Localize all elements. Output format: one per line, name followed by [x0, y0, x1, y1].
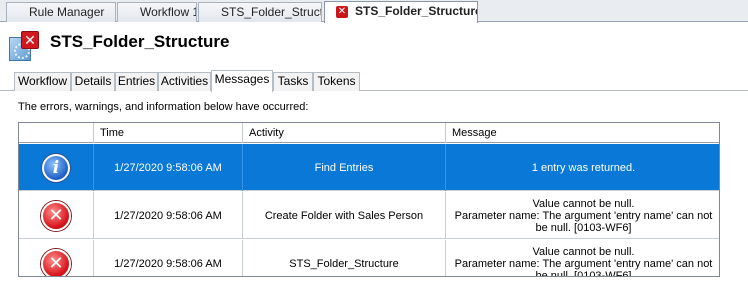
doc-tab-sts-folder-structure[interactable]: STS_Folder_Structure	[198, 2, 322, 22]
column-header-time[interactable]: Time	[94, 123, 243, 143]
grid-header: Time Activity Message	[19, 123, 719, 143]
info-icon: i	[42, 153, 70, 182]
workflow-error-icon: ✕	[9, 31, 41, 61]
row-activity: Create Folder with Sales Person	[243, 192, 446, 239]
tab-tokens[interactable]: Tokens	[313, 72, 360, 91]
tab-messages[interactable]: Messages	[211, 70, 273, 92]
column-header-icon[interactable]	[19, 123, 94, 143]
tab-activities[interactable]: Activities	[158, 72, 211, 91]
property-tabs: Workflow Details Entries Activities Mess…	[0, 70, 748, 92]
tab-workflow[interactable]: Workflow	[14, 72, 71, 91]
column-header-activity[interactable]: Activity	[243, 123, 446, 143]
doc-tab-workflow-1[interactable]: Workflow 1	[117, 2, 197, 22]
row-time: 1/27/2020 9:58:06 AM	[94, 144, 243, 191]
row-message: Value cannot be null. Parameter name: Th…	[454, 197, 713, 234]
row-activity: Find Entries	[243, 144, 446, 191]
error-icon: ✕	[41, 248, 71, 276]
page-title: STS_Folder_Structure	[50, 32, 230, 51]
error-icon: ✕	[41, 200, 71, 231]
messages-grid[interactable]: Time Activity Message i 1/27/2020 9:58:0…	[18, 122, 720, 277]
tab-tasks[interactable]: Tasks	[273, 72, 313, 91]
row-icon-cell: i	[19, 144, 94, 191]
row-activity: STS_Folder_Structure	[243, 240, 446, 276]
tab-details[interactable]: Details	[71, 72, 115, 91]
doc-tab-sts-folder-structure-active[interactable]: ✕ STS_Folder_Structure	[324, 1, 478, 23]
row-message: 1 entry was returned.	[531, 161, 636, 174]
doc-tab-label: STS_Folder_Structure	[355, 4, 478, 18]
messages-description: The errors, warnings, and information be…	[18, 101, 309, 113]
table-row[interactable]: ✕ 1/27/2020 9:58:06 AM Create Folder wit…	[19, 192, 719, 239]
doc-tab-rule-manager[interactable]: Rule Manager	[6, 2, 116, 22]
error-badge-icon: ✕	[21, 31, 39, 49]
document-tab-strip: Rule Manager Workflow 1 STS_Folder_Struc…	[0, 0, 748, 23]
row-icon-cell: ✕	[19, 240, 94, 276]
row-icon-cell: ✕	[19, 192, 94, 239]
column-header-message[interactable]: Message	[446, 123, 719, 143]
close-tab-icon[interactable]: ✕	[336, 6, 348, 18]
row-time: 1/27/2020 9:58:06 AM	[94, 240, 243, 276]
workflow-header: ✕ STS_Folder_Structure	[0, 23, 748, 65]
tab-entries[interactable]: Entries	[115, 72, 158, 91]
row-message: Value cannot be null. Parameter name: Th…	[454, 245, 713, 277]
table-row[interactable]: i 1/27/2020 9:58:06 AM Find Entries 1 en…	[19, 144, 719, 191]
table-row[interactable]: ✕ 1/27/2020 9:58:06 AM STS_Folder_Struct…	[19, 240, 719, 277]
row-time: 1/27/2020 9:58:06 AM	[94, 192, 243, 239]
